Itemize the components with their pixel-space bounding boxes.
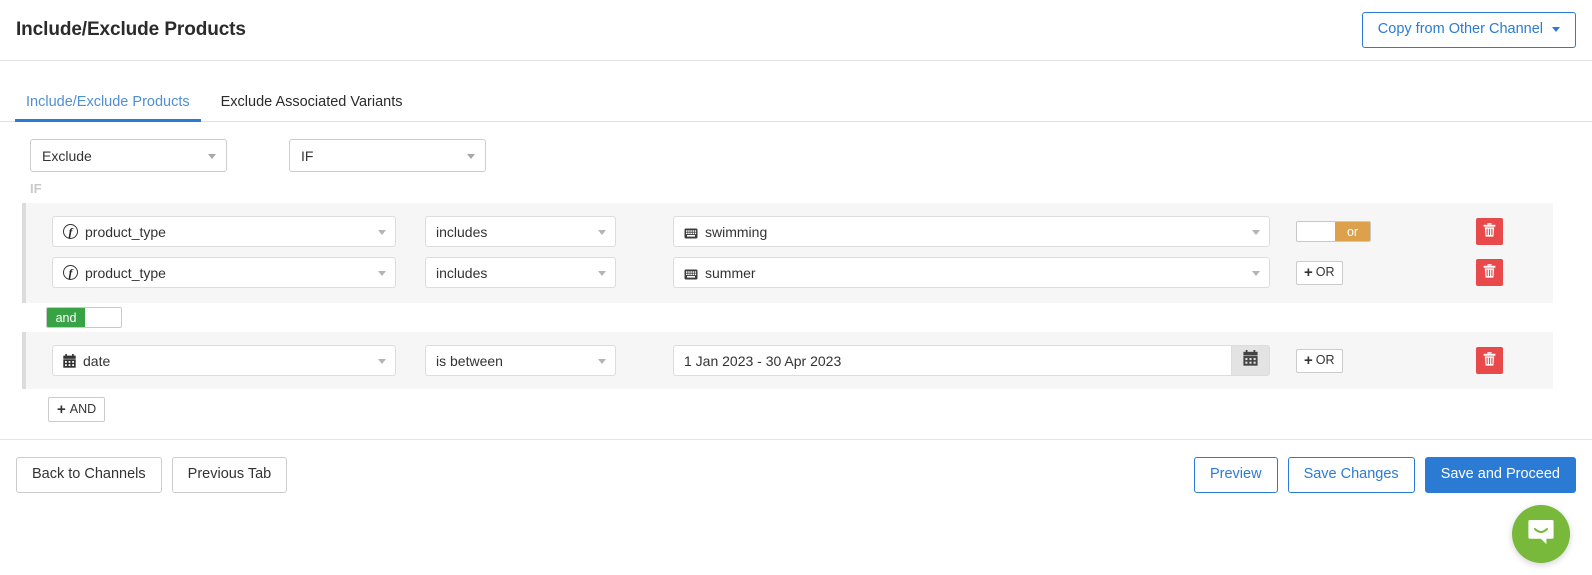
condition-keyword-value: IF [301, 147, 314, 164]
value-select-value: swimming [705, 223, 768, 240]
logic-cell: or [1296, 221, 1446, 242]
preview-button[interactable]: Preview [1193, 457, 1278, 493]
add-or-condition-button-2[interactable]: + OR [1296, 348, 1343, 373]
and-toggle-off-half [85, 308, 121, 327]
operator-select-value: is between [436, 352, 503, 369]
operator-select-1[interactable]: includes [425, 216, 616, 247]
chevron-down-icon [208, 153, 216, 159]
date-range-input[interactable]: 1 Jan 2023 - 30 Apr 2023 [673, 345, 1232, 376]
add-or-label: OR [1315, 353, 1335, 368]
plus-icon: + [1304, 264, 1313, 281]
field-select-value: product_type [85, 264, 166, 281]
page-header: Include/Exclude Products Copy from Other… [0, 0, 1592, 61]
page-footer: Back to Channels Previous Tab Preview Sa… [0, 439, 1592, 493]
trash-icon [1483, 264, 1496, 281]
field-select-value: product_type [85, 223, 166, 240]
previous-tab-button[interactable]: Previous Tab [171, 457, 288, 493]
rule-group-1: f product_type includes swimming or f pr… [22, 203, 1553, 303]
and-toggle[interactable]: and [46, 307, 122, 328]
delete-cell [1476, 347, 1503, 374]
or-toggle-1[interactable]: or [1296, 221, 1371, 242]
copy-from-other-channel-label: Copy from Other Channel [1377, 21, 1543, 38]
or-toggle-off-half [1297, 222, 1335, 241]
keyboard-icon [684, 226, 698, 239]
chevron-down-icon [378, 270, 386, 276]
add-and-group-button[interactable]: + AND [48, 397, 106, 422]
delete-condition-button-2[interactable] [1476, 259, 1503, 286]
group-joiner-wrap: and [0, 303, 1592, 332]
function-fx-icon: f [63, 265, 78, 280]
value-select-value: summer [705, 264, 756, 281]
condition-row: date is between 1 Jan 2023 - 30 Apr 2023 [26, 340, 1553, 381]
add-and-label: AND [69, 402, 97, 417]
plus-icon: + [57, 401, 66, 418]
logic-cell: + OR [1296, 260, 1446, 285]
footer-left-actions: Back to Channels Previous Tab [16, 457, 288, 493]
value-select-2[interactable]: summer [673, 257, 1270, 288]
intercom-chat-launcher[interactable] [1512, 505, 1570, 563]
calendar-icon [63, 353, 76, 368]
tab-include-exclude-products[interactable]: Include/Exclude Products [15, 94, 201, 122]
value-select-1[interactable]: swimming [673, 216, 1270, 247]
date-range-input-group: 1 Jan 2023 - 30 Apr 2023 [673, 345, 1270, 376]
condition-keyword-select[interactable]: IF [289, 139, 486, 172]
date-range-value: 1 Jan 2023 - 30 Apr 2023 [684, 352, 842, 369]
add-or-condition-button-1[interactable]: + OR [1296, 260, 1343, 285]
page-root: Include/Exclude Products Copy from Other… [0, 0, 1592, 575]
add-and-wrap: + AND [0, 389, 1592, 422]
date-picker-button[interactable] [1232, 345, 1270, 376]
chat-bubble-smile-icon [1526, 517, 1556, 552]
chevron-down-icon [1552, 27, 1560, 32]
back-to-channels-button[interactable]: Back to Channels [16, 457, 162, 493]
field-select-date[interactable]: date [52, 345, 396, 376]
tab-bar: Include/Exclude Products Exclude Associa… [0, 79, 1592, 122]
delete-cell [1476, 218, 1503, 245]
field-select-product-type-1[interactable]: f product_type [52, 216, 396, 247]
trash-icon [1483, 223, 1496, 240]
chevron-down-icon [1252, 229, 1260, 235]
tab-exclude-associated-variants[interactable]: Exclude Associated Variants [219, 94, 405, 121]
add-or-label: OR [1315, 265, 1335, 280]
chevron-down-icon [598, 270, 606, 276]
trash-icon [1483, 352, 1496, 369]
include-exclude-mode-value: Exclude [42, 147, 92, 164]
logic-cell: + OR [1296, 348, 1446, 373]
chevron-down-icon [598, 229, 606, 235]
tab-label: Include/Exclude Products [26, 94, 190, 110]
field-select-product-type-2[interactable]: f product_type [52, 257, 396, 288]
field-select-value: date [83, 352, 111, 369]
delete-condition-button-1[interactable] [1476, 218, 1503, 245]
plus-icon: + [1304, 352, 1313, 369]
header-actions: Copy from Other Channel [1361, 12, 1576, 48]
chevron-down-icon [467, 153, 475, 159]
operator-select-3[interactable]: is between [425, 345, 616, 376]
delete-cell [1476, 259, 1503, 286]
save-and-proceed-button[interactable]: Save and Proceed [1424, 457, 1576, 493]
operator-select-2[interactable]: includes [425, 257, 616, 288]
and-toggle-on-half: and [47, 308, 85, 327]
copy-from-other-channel-button[interactable]: Copy from Other Channel [1361, 12, 1576, 48]
delete-condition-button-3[interactable] [1476, 347, 1503, 374]
or-toggle-on-half: or [1335, 222, 1370, 241]
chevron-down-icon [378, 229, 386, 235]
keyboard-icon [684, 267, 698, 280]
function-fx-icon: f [63, 224, 78, 239]
if-section-label: IF [30, 181, 42, 196]
tab-label: Exclude Associated Variants [220, 94, 403, 110]
condition-row: f product_type includes [26, 252, 1553, 293]
operator-select-value: includes [436, 223, 488, 240]
page-title: Include/Exclude Products [16, 19, 246, 40]
footer-right-actions: Preview Save Changes Save and Proceed [1193, 457, 1576, 493]
include-exclude-mode-select[interactable]: Exclude [30, 139, 227, 172]
chevron-down-icon [598, 358, 606, 364]
chevron-down-icon [378, 358, 386, 364]
calendar-icon [1243, 350, 1258, 371]
condition-row: f product_type includes [26, 211, 1553, 252]
save-changes-button[interactable]: Save Changes [1287, 457, 1415, 493]
top-select-row: Exclude IF [0, 122, 1592, 172]
chevron-down-icon [1252, 270, 1260, 276]
operator-select-value: includes [436, 264, 488, 281]
rule-group-2: date is between 1 Jan 2023 - 30 Apr 2023 [22, 332, 1553, 389]
